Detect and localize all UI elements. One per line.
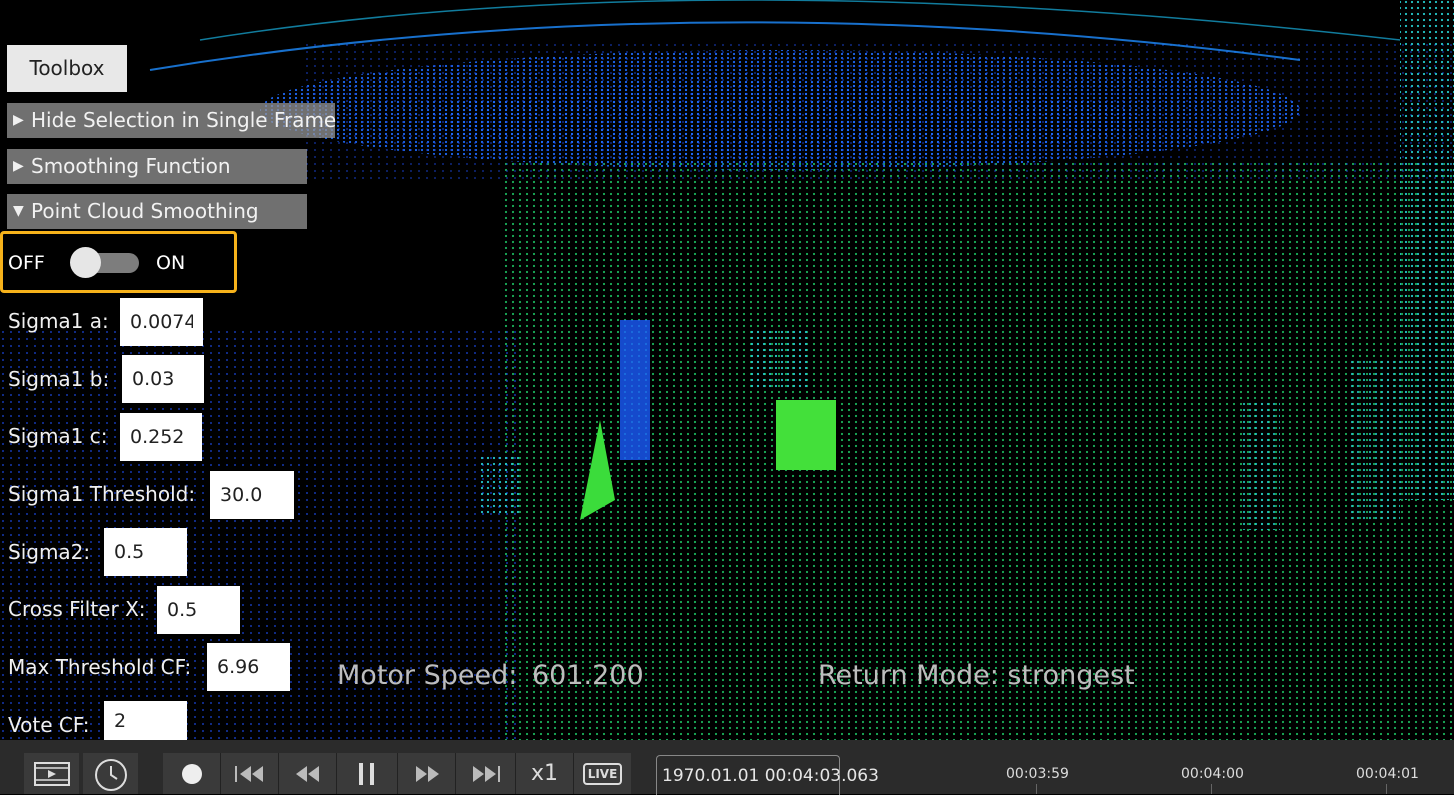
section-label: Hide Selection in Single Frame — [31, 108, 337, 132]
timeline-tick — [1036, 784, 1037, 794]
motor-speed-value: 601.200 — [532, 660, 644, 691]
max-threshold-cf-input[interactable] — [207, 643, 290, 691]
smoothing-toggle-group: OFF ON — [0, 231, 237, 293]
collapse-arrow-icon: ▼ — [13, 203, 24, 219]
skip-back-button[interactable] — [221, 753, 278, 794]
sigma1-threshold-label: Sigma1 Threshold: — [8, 482, 196, 506]
cross-filter-x-label: Cross Filter X: — [8, 597, 146, 621]
sigma1-a-label: Sigma1 a: — [8, 309, 109, 333]
skip-back-icon — [234, 765, 263, 782]
toggle-off-label: OFF — [8, 252, 45, 274]
speed-label: x1 — [530, 761, 559, 786]
fast-forward-button[interactable] — [398, 753, 455, 794]
record-icon — [181, 763, 202, 784]
clock-icon — [94, 758, 127, 791]
section-hide-selection[interactable]: ▶ Hide Selection in Single Frame — [7, 103, 337, 138]
expand-arrow-icon: ▶ — [13, 112, 24, 128]
vote-cf-input[interactable] — [104, 701, 187, 740]
record-button[interactable] — [163, 753, 220, 794]
section-label: Smoothing Function — [31, 154, 231, 178]
sigma1-threshold-input[interactable] — [210, 471, 294, 519]
sigma1-b-label: Sigma1 b: — [8, 367, 110, 391]
rewind-icon — [295, 765, 319, 782]
sigma1-b-input[interactable] — [122, 355, 204, 403]
smoothing-toggle-switch[interactable] — [70, 247, 139, 278]
section-smoothing-function[interactable]: ▶ Smoothing Function — [7, 149, 307, 184]
live-icon: LIVE — [582, 762, 623, 785]
live-button[interactable]: LIVE — [574, 753, 631, 794]
timeline-tick-label: 00:04:00 — [1181, 766, 1244, 782]
play-mode-button[interactable] — [24, 753, 79, 794]
expand-arrow-icon: ▶ — [13, 158, 24, 174]
video-icon — [33, 761, 70, 786]
sigma1-a-input[interactable] — [120, 298, 203, 346]
timeline-tick — [1386, 784, 1387, 794]
motor-speed-label: Motor Speed: — [337, 660, 518, 691]
toggle-knob[interactable] — [70, 247, 101, 278]
cross-filter-x-input[interactable] — [157, 586, 240, 634]
return-mode-label: Return Mode: strongest — [818, 660, 1135, 691]
timestamp-value: 1970.01.01 00:04:03.063 — [662, 766, 879, 786]
timeline-tick-label: 00:03:59 — [1006, 766, 1069, 782]
vote-cf-label: Vote CF: — [8, 713, 90, 737]
history-button[interactable] — [83, 753, 138, 794]
pause-icon — [359, 762, 374, 785]
max-threshold-cf-label: Max Threshold CF: — [8, 655, 192, 679]
skip-forward-button[interactable] — [456, 753, 515, 794]
speed-button[interactable]: x1 — [516, 753, 573, 794]
toggle-on-label: ON — [156, 252, 186, 274]
fast-forward-icon — [415, 765, 439, 782]
pause-button[interactable] — [337, 753, 397, 794]
toolbox-button[interactable]: Toolbox — [7, 45, 127, 92]
sigma2-label: Sigma2: — [8, 540, 91, 564]
timeline-tick — [1211, 784, 1212, 794]
rewind-button[interactable] — [279, 753, 336, 794]
section-label: Point Cloud Smoothing — [31, 199, 259, 223]
sigma2-input[interactable] — [104, 528, 187, 576]
section-point-cloud-smoothing[interactable]: ▼ Point Cloud Smoothing — [7, 194, 307, 229]
sigma1-c-input[interactable] — [120, 413, 202, 461]
sigma1-c-label: Sigma1 c: — [8, 424, 108, 448]
skip-forward-icon — [472, 765, 500, 782]
timeline-tick-label: 00:04:01 — [1356, 766, 1419, 782]
